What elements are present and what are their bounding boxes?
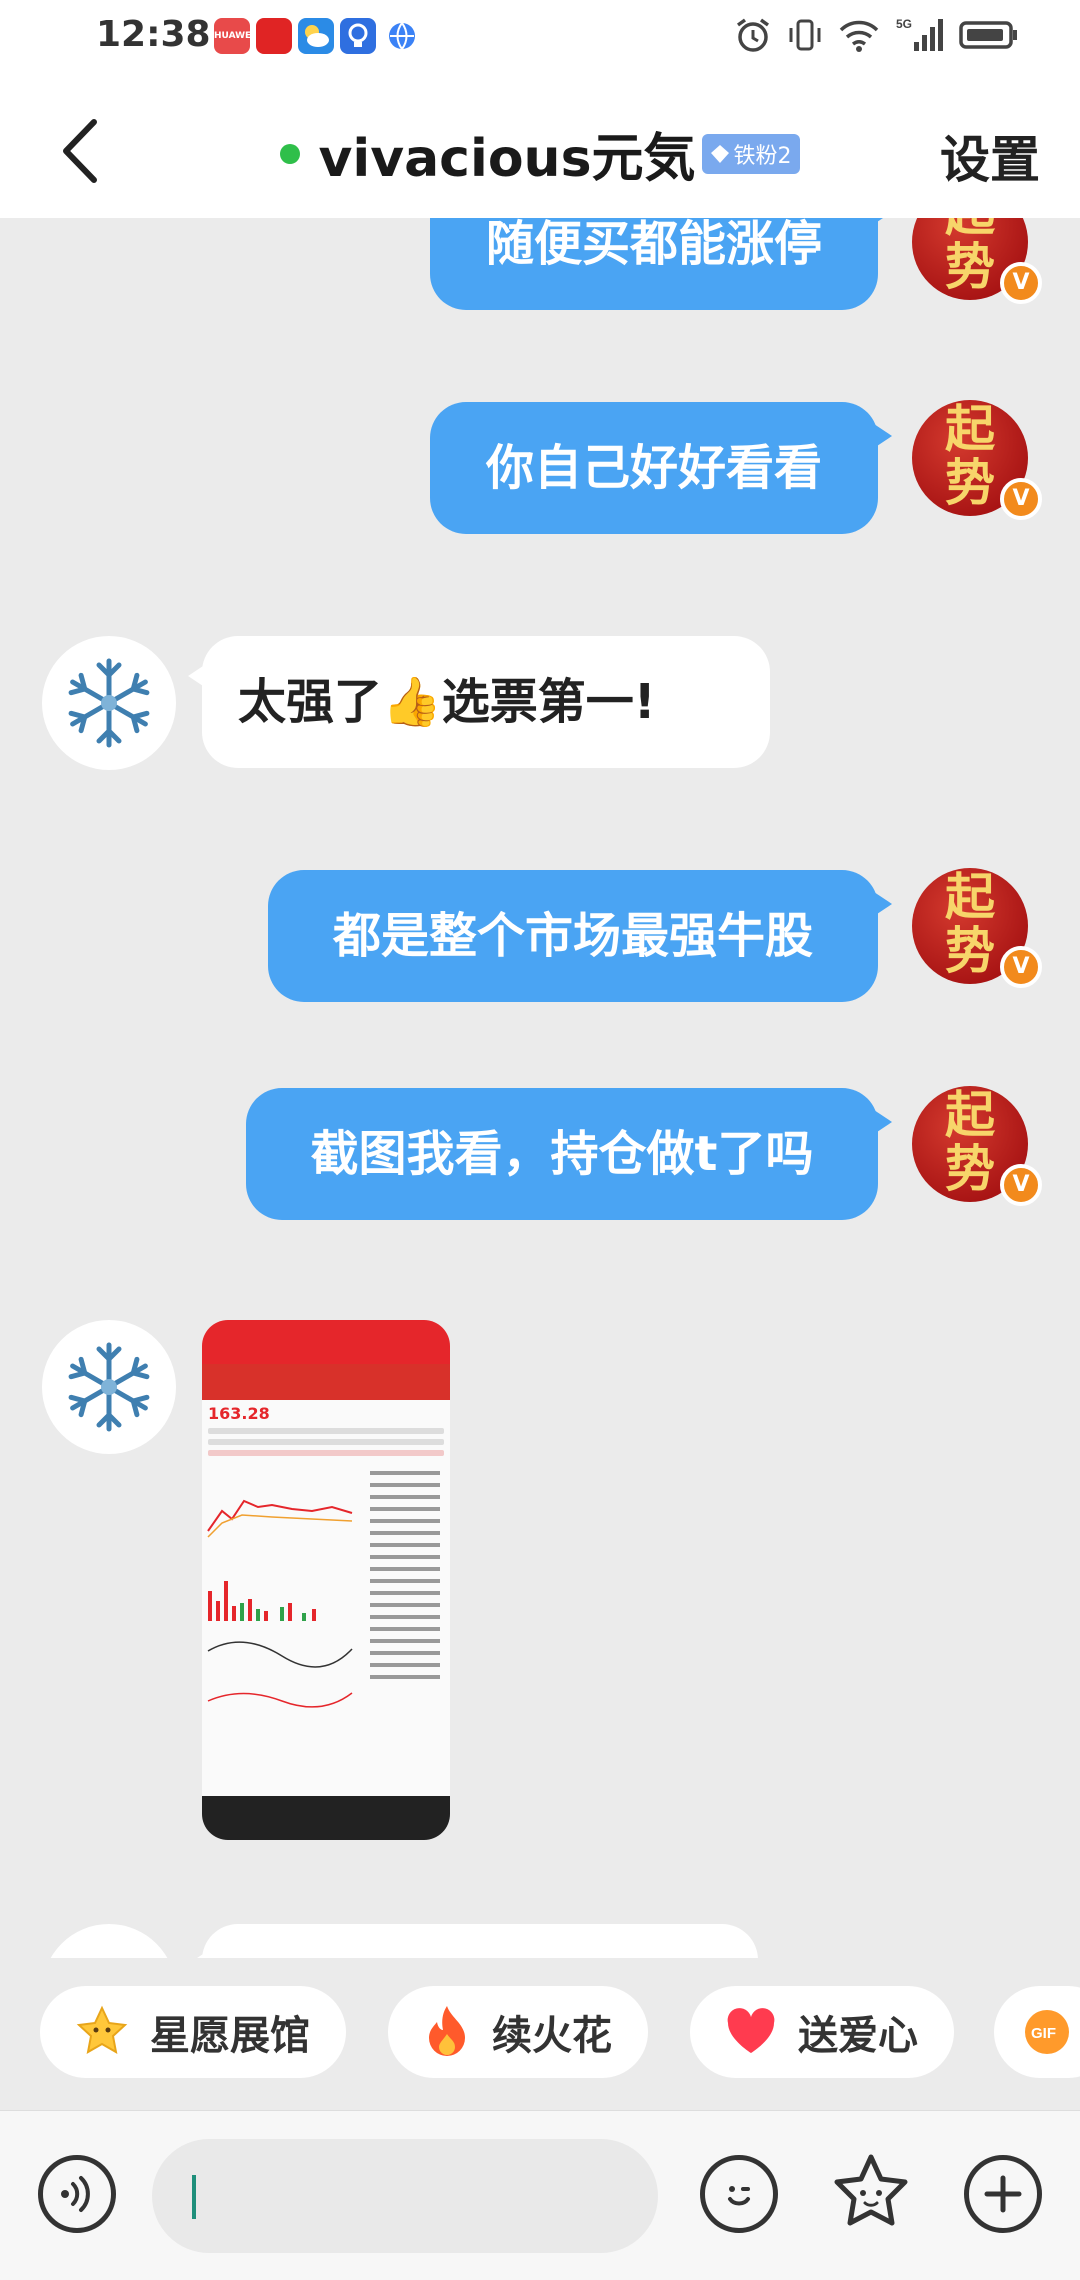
- plus-icon: [984, 2175, 1022, 2213]
- huawei-app-icon: HUAWEI: [214, 18, 250, 54]
- snowflake-icon: [68, 1342, 150, 1432]
- alarm-icon: [736, 18, 770, 52]
- message-bubble-self[interactable]: 你自己好好看看: [430, 402, 892, 534]
- continue-spark-button[interactable]: 续火花: [388, 1986, 648, 2078]
- continue-spark-label: 续火花: [492, 2013, 612, 2059]
- contact-avatar[interactable]: [42, 1320, 176, 1454]
- globe-app-icon: [384, 18, 420, 54]
- message-bubble-self[interactable]: 随便买都能涨停: [430, 218, 892, 310]
- verified-badge-icon: V: [1000, 478, 1042, 520]
- contact-name: vivacious元気: [318, 129, 696, 189]
- wifi-icon: [839, 20, 879, 52]
- more-button[interactable]: [964, 2155, 1042, 2233]
- system-icons: 5G: [734, 16, 1020, 54]
- vibrate-icon: [789, 19, 821, 51]
- self-avatar[interactable]: 起势 V: [912, 218, 1042, 304]
- svg-text:GIF: GIF: [1031, 2025, 1056, 2042]
- sticker-button[interactable]: [828, 2151, 914, 2237]
- message-bubble-self[interactable]: 都是整个市场最强牛股: [268, 870, 892, 1002]
- bulb-app-icon: [340, 18, 376, 54]
- weather-app-icon: [298, 18, 334, 54]
- verified-badge-icon: V: [1000, 1164, 1042, 1206]
- fan-level-label: 铁粉2: [733, 143, 792, 169]
- text-caret: [192, 2175, 196, 2219]
- send-love-button[interactable]: 送爱心: [690, 1986, 954, 2078]
- gif-icon: GIF: [1025, 2010, 1069, 2054]
- chat-title[interactable]: vivacious元気 铁粉2: [0, 116, 1080, 191]
- emoji-button[interactable]: [700, 2155, 778, 2233]
- send-love-label: 送爱心: [798, 2013, 918, 2059]
- snowflake-icon: [68, 658, 150, 748]
- thumb-header: [202, 1320, 450, 1364]
- message-bubble-other[interactable]: [188, 1924, 758, 1958]
- fan-level-badge: 铁粉2: [701, 133, 800, 174]
- star-face-icon: [834, 2154, 908, 2226]
- contact-avatar[interactable]: [42, 1924, 176, 1958]
- message-bubble-self[interactable]: 截图我看，持仓做t了吗: [246, 1088, 892, 1220]
- signal-5g-icon: 5G: [896, 17, 943, 51]
- star-gallery-label: 星愿展馆: [150, 2013, 310, 2059]
- avatar-text: 起势: [945, 867, 995, 980]
- battery-icon: [959, 21, 1017, 49]
- avatar-text: 起势: [945, 399, 995, 512]
- diamond-icon: [710, 144, 729, 163]
- settings-button[interactable]: 设置: [940, 120, 1040, 192]
- svg-text:5G: 5G: [896, 17, 912, 31]
- self-avatar[interactable]: 起势 V: [912, 867, 1042, 988]
- verified-badge-icon: V: [1000, 262, 1042, 304]
- message-input[interactable]: [152, 2139, 658, 2253]
- voice-button[interactable]: [38, 2155, 116, 2233]
- star-icon: [76, 2005, 128, 2054]
- quick-actions-bar: 星愿展馆 续火花 送爱心 GIF: [0, 1960, 1080, 2110]
- thumb-chart-icon: [202, 1461, 450, 1721]
- voice-wave-icon: [61, 2176, 90, 2212]
- status-bar: 12:38 HUAWEI 5G: [0, 0, 1080, 78]
- heart-icon: [727, 2008, 775, 2053]
- avatar-text: 起势: [945, 1085, 995, 1198]
- message-bubble-other[interactable]: 太强了👍选票第一!: [188, 636, 770, 768]
- thumb-subheader: [202, 1364, 450, 1400]
- gif-button[interactable]: GIF: [994, 1986, 1080, 2078]
- verified-badge-icon: V: [1000, 946, 1042, 988]
- chat-header: vivacious元気 铁粉2 设置: [0, 78, 1080, 218]
- flame-icon: [429, 2006, 465, 2056]
- smiley-icon: [728, 2186, 750, 2206]
- self-avatar[interactable]: 起势 V: [912, 1085, 1042, 1206]
- status-time: 12:38: [96, 14, 211, 55]
- thumb-tabbar: [202, 1796, 450, 1840]
- thumb-price: 163.28: [208, 1404, 270, 1423]
- self-avatar[interactable]: 起势 V: [912, 399, 1042, 520]
- news-app-icon: [256, 18, 292, 54]
- online-status-dot: [280, 143, 301, 164]
- message-input-bar: [0, 2110, 1080, 2280]
- contact-avatar[interactable]: [42, 636, 176, 770]
- star-gallery-button[interactable]: 星愿展馆: [40, 1986, 346, 2078]
- message-list[interactable]: 随便买都能涨停 起势 V 你自己好好看看 起势 V 太强了👍选票第一! 都是整个…: [0, 218, 1080, 1958]
- image-message-stock-screenshot[interactable]: 163.28: [202, 1320, 450, 1840]
